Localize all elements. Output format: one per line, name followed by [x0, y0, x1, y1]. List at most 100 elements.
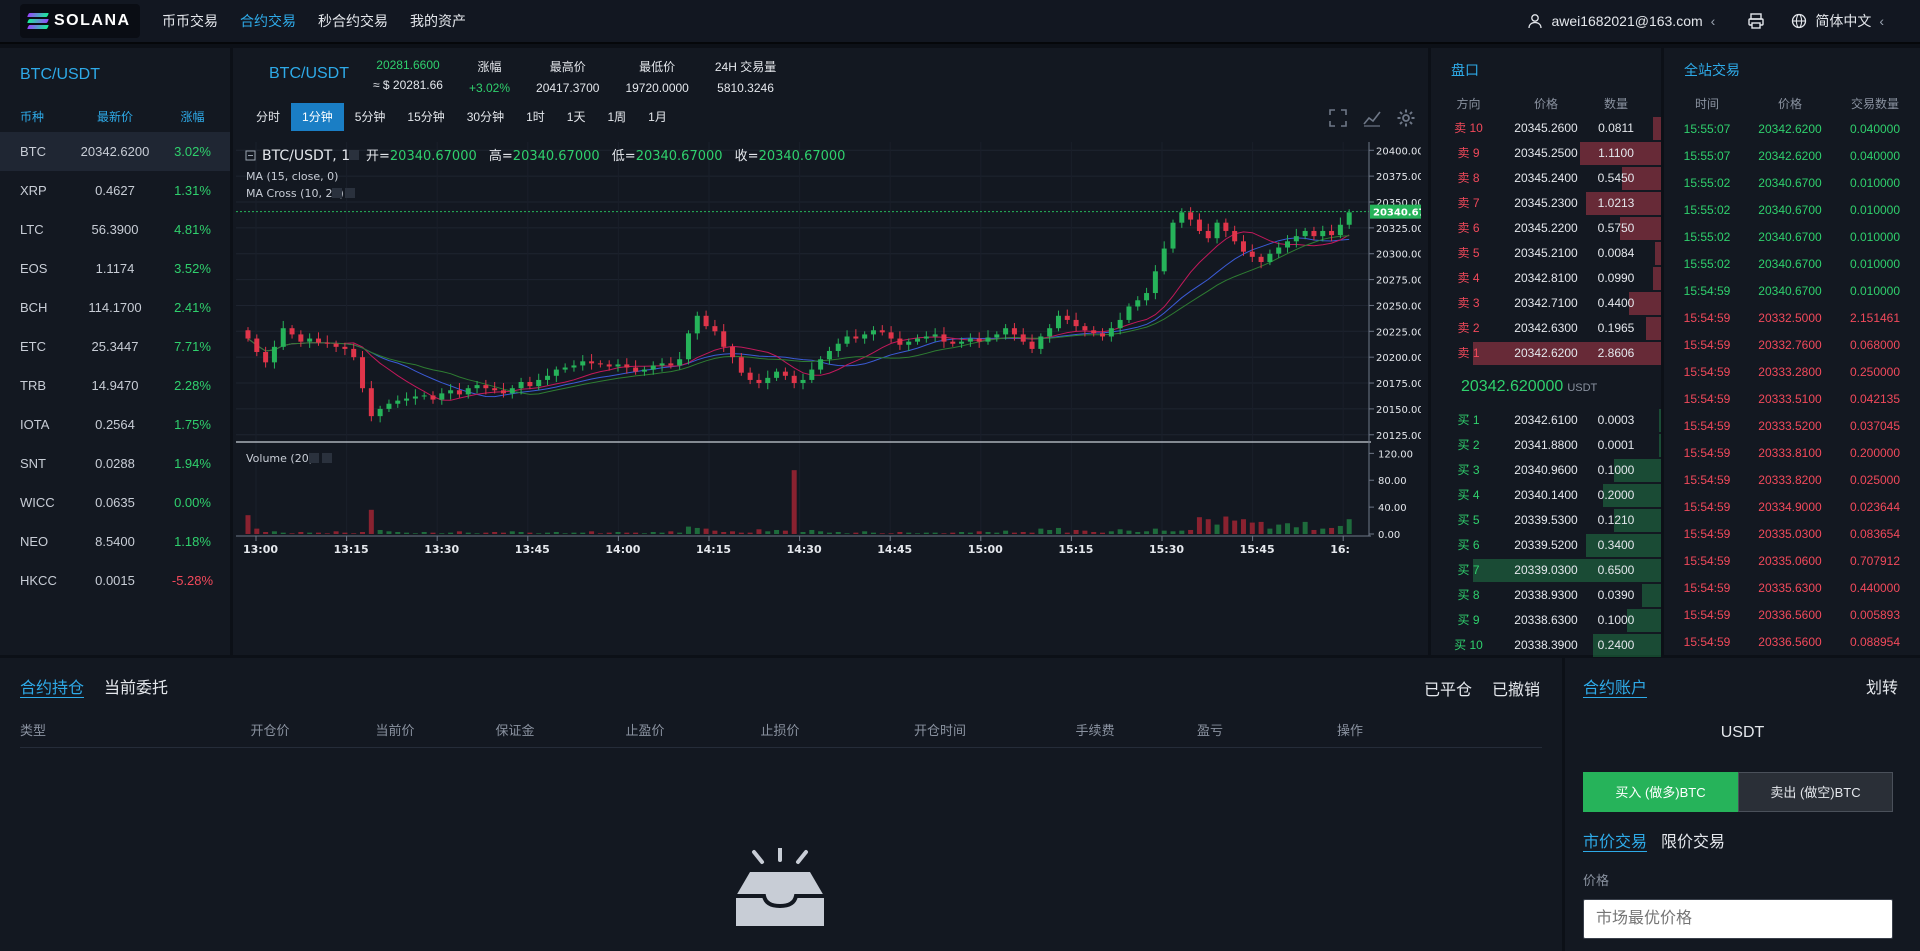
ask-row[interactable]: 卖 1 20342.6200 2.8606 — [1431, 341, 1661, 366]
volume-bar — [1161, 530, 1167, 534]
ask-row[interactable]: 卖 10 20345.2600 0.0811 — [1431, 116, 1661, 141]
period-tab-15min[interactable]: 15分钟 — [396, 103, 455, 131]
bid-row[interactable]: 买 7 20339.0300 0.6500 — [1431, 558, 1661, 583]
ask-row[interactable]: 卖 9 20345.2500 1.1100 — [1431, 141, 1661, 166]
market-row-trb[interactable]: TRB 14.9470 2.28% — [0, 366, 230, 405]
buy-long-button[interactable]: 买入 (做多)BTC — [1583, 772, 1738, 812]
market-row-wicc[interactable]: WICC 0.0635 0.00% — [0, 483, 230, 522]
language-chevron-icon[interactable]: ‹ — [1879, 13, 1884, 29]
tab-closed[interactable]: 已平仓 — [1424, 676, 1472, 700]
volume-bar — [545, 532, 551, 534]
positions-header-cell: 操作 — [1336, 723, 1363, 738]
period-tab-1w[interactable]: 1周 — [596, 103, 637, 131]
settings-gear-icon[interactable] — [1396, 108, 1416, 128]
period-tab-1h[interactable]: 1时 — [515, 103, 556, 131]
volume-settings-icon[interactable] — [309, 453, 319, 463]
bid-row[interactable]: 买 2 20341.8800 0.0001 — [1431, 433, 1661, 458]
ask-row[interactable]: 卖 8 20345.2400 0.5450 — [1431, 166, 1661, 191]
tab-contract-positions[interactable]: 合约持仓 — [20, 674, 84, 698]
ma-cross-indicator-label[interactable]: MA Cross (10, 20) — [246, 187, 344, 200]
volume-bar — [456, 531, 462, 534]
bid-row[interactable]: 买 9 20338.6300 0.1000 — [1431, 608, 1661, 633]
indicators-icon[interactable] — [1362, 108, 1382, 128]
account-title[interactable]: 合约账户 — [1583, 674, 1647, 698]
trade-qty: 0.068000 — [1849, 338, 1901, 352]
market-row-neo[interactable]: NEO 8.5400 1.18% — [0, 522, 230, 561]
user-menu-chevron-icon[interactable]: ‹ — [1711, 13, 1716, 29]
ask-row[interactable]: 卖 4 20342.8100 0.0990 — [1431, 266, 1661, 291]
tab-cancelled[interactable]: 已撤销 — [1492, 676, 1540, 700]
bid-row[interactable]: 买 6 20339.5200 0.3400 — [1431, 533, 1661, 558]
market-coin: ETC — [20, 339, 46, 354]
bid-row[interactable]: 买 1 20342.6100 0.0003 — [1431, 408, 1661, 433]
volume-bar — [536, 533, 542, 534]
market-row-ltc[interactable]: LTC 56.3900 4.81% — [0, 210, 230, 249]
period-tab-30min[interactable]: 30分钟 — [456, 103, 515, 131]
market-row-btc[interactable]: BTC 20342.6200 3.02% — [0, 132, 230, 171]
ask-row[interactable]: 卖 7 20345.2300 1.0213 — [1431, 191, 1661, 216]
tab-limit-order[interactable]: 限价交易 — [1661, 828, 1725, 852]
trade-time: 15:54:59 — [1683, 392, 1731, 406]
candle-body — [1091, 330, 1097, 334]
volume-bar — [1346, 519, 1352, 534]
nav-second-contract[interactable]: 秒合约交易 — [318, 11, 388, 31]
ma-cross-settings-icon[interactable] — [332, 188, 342, 198]
bid-row[interactable]: 买 10 20338.3900 0.2400 — [1431, 633, 1661, 658]
market-row-hkcc[interactable]: HKCC 0.0015 -5.28% — [0, 561, 230, 600]
candlestick-chart-svg[interactable]: 20400.0000020375.0000020350.0000020325.0… — [236, 142, 1446, 655]
y-tick-label: 20200.00000 — [1376, 353, 1421, 364]
ask-row[interactable]: 卖 3 20342.7100 0.4400 — [1431, 291, 1661, 316]
price-input[interactable] — [1583, 899, 1893, 939]
transfer-link[interactable]: 划转 — [1866, 674, 1898, 698]
volume-bar — [967, 532, 973, 534]
brand-logo[interactable]: SOLANA — [20, 4, 140, 38]
volume-indicator-label[interactable]: Volume (20) — [246, 452, 313, 465]
bid-row[interactable]: 买 4 20340.1400 0.2000 — [1431, 483, 1661, 508]
period-tab-timeline[interactable]: 分时 — [245, 103, 291, 131]
period-tab-1d[interactable]: 1天 — [556, 103, 597, 131]
nav-spot-trade[interactable]: 币币交易 — [162, 11, 218, 31]
volume-bar — [254, 528, 260, 534]
header-change: 涨幅 — [180, 110, 205, 124]
market-row-xrp[interactable]: XRP 0.4627 1.31% — [0, 171, 230, 210]
ask-row[interactable]: 卖 6 20345.2200 0.5750 — [1431, 216, 1661, 241]
market-row-bch[interactable]: BCH 114.1700 2.41% — [0, 288, 230, 327]
volume-remove-icon[interactable] — [322, 453, 332, 463]
ob-qty: 0.2000 — [1597, 488, 1635, 502]
ask-row[interactable]: 卖 5 20345.2100 0.0084 — [1431, 241, 1661, 266]
printer-icon[interactable] — [1747, 12, 1765, 30]
market-change: 3.02% — [174, 144, 211, 159]
ma-cross-remove-icon[interactable] — [345, 188, 355, 198]
market-row-eos[interactable]: EOS 1.1174 3.52% — [0, 249, 230, 288]
volume-bar — [1311, 529, 1317, 534]
tab-current-orders[interactable]: 当前委托 — [104, 674, 168, 698]
nav-contract-trade[interactable]: 合约交易 — [240, 11, 296, 31]
market-row-iota[interactable]: IOTA 0.2564 1.75% — [0, 405, 230, 444]
nav-my-assets[interactable]: 我的资产 — [410, 11, 466, 31]
ask-row[interactable]: 卖 2 20342.6300 0.1965 — [1431, 316, 1661, 341]
trades-rows: 15:55:07 20342.6200 0.040000 15:55:07 20342.… — [1664, 116, 1920, 656]
candle-body — [465, 388, 471, 395]
period-tab-1min[interactable]: 1分钟 — [291, 103, 344, 131]
price-chart[interactable]: 20400.0000020375.0000020350.0000020325.0… — [236, 142, 1446, 655]
sell-short-button[interactable]: 卖出 (做空)BTC — [1738, 772, 1893, 812]
tab-market-order[interactable]: 市价交易 — [1583, 828, 1647, 852]
ma-indicator-label[interactable]: MA (15, close, 0) — [246, 170, 338, 183]
fullscreen-icon[interactable] — [1328, 108, 1348, 128]
candle-body — [853, 336, 859, 339]
bid-row[interactable]: 买 3 20340.9600 0.1000 — [1431, 458, 1661, 483]
candle-body — [959, 341, 965, 344]
ob-qty: 0.0003 — [1597, 413, 1635, 427]
candle-body — [941, 334, 947, 342]
header-coin: 币种 — [20, 110, 45, 124]
bid-row[interactable]: 买 8 20338.9300 0.0390 — [1431, 583, 1661, 608]
symbol-settings-icon[interactable] — [349, 150, 359, 160]
period-tab-5min[interactable]: 5分钟 — [344, 103, 397, 131]
market-row-snt[interactable]: SNT 0.0288 1.94% — [0, 444, 230, 483]
bid-row[interactable]: 买 5 20339.5300 0.1210 — [1431, 508, 1661, 533]
market-change: 4.81% — [174, 222, 211, 237]
language-selector[interactable]: 简体中文 — [1815, 11, 1871, 31]
market-row-etc[interactable]: ETC 25.3447 7.71% — [0, 327, 230, 366]
period-tab-1mon[interactable]: 1月 — [637, 103, 678, 131]
user-email[interactable]: awei1682021@163.com — [1551, 13, 1702, 29]
